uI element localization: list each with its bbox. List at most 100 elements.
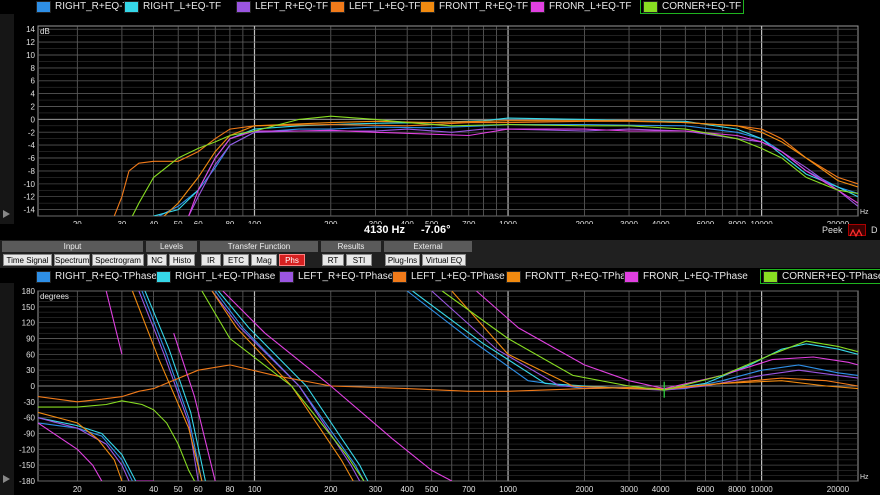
legend-swatch: [506, 270, 521, 283]
legend-swatch: [330, 0, 345, 13]
toolbar-button[interactable]: Virtual EQ: [422, 254, 466, 266]
y-tick-label: -180: [19, 477, 36, 486]
side-strip: [0, 14, 14, 224]
legend-swatch: [392, 270, 407, 283]
toolbar: Input Time Signal Spectrum Spectrogram Level…: [0, 240, 880, 268]
x-axis-label: Hz: [860, 209, 869, 216]
x-tick-label: 100: [248, 485, 262, 494]
x-tick-label: 4000: [652, 485, 670, 494]
legend-label: CORNER+EQ-TPhase: [782, 271, 880, 282]
toolbar-button[interactable]: ETC: [223, 254, 249, 266]
legend-item[interactable]: FRONTT_R+EQ-TF: [420, 0, 528, 13]
x-tick-label: 10000: [750, 485, 773, 494]
y-tick-label: 0: [31, 115, 36, 124]
toolbar-button[interactable]: IR: [201, 254, 221, 266]
y-tick-label: 2: [31, 103, 36, 112]
x-tick-label: 500: [425, 485, 439, 494]
y-tick-label: 10: [26, 51, 35, 60]
legend-item[interactable]: CORNER+EQ-TPhase: [760, 269, 880, 284]
toolbar-button[interactable]: Plug-Ins: [385, 254, 420, 266]
x-tick-label: 20000: [827, 485, 850, 494]
phase-chart[interactable]: 1801501209060300-30-60-90-120-150-180deg…: [0, 283, 880, 495]
legend-label: RIGHT_R+EQ-TF: [55, 1, 135, 12]
legend-item[interactable]: RIGHT_R+EQ-TF: [36, 0, 135, 13]
extra-label: D: [871, 225, 878, 235]
y-tick-label: -60: [23, 414, 35, 423]
legend-item[interactable]: LEFT_R+EQ-TPhase: [279, 270, 393, 283]
y-tick-label: -90: [23, 430, 35, 439]
y-tick-label: -120: [19, 445, 36, 454]
y-tick-label: 90: [26, 335, 35, 344]
peek-label[interactable]: Peek: [822, 225, 843, 235]
legend-label: LEFT_L+EQ-TF: [349, 1, 421, 12]
legend-item[interactable]: RIGHT_L+EQ-TF: [124, 0, 221, 13]
toolbar-button[interactable]: STI: [346, 254, 372, 266]
toolbar-button[interactable]: Histo: [169, 254, 195, 266]
x-tick-label: 60: [194, 485, 203, 494]
magnitude-chart[interactable]: 14121086420-2-4-6-8-10-12-14dB2030405060…: [0, 14, 880, 224]
x-tick-label: 700: [462, 485, 476, 494]
legend-item[interactable]: FRONR_L+EQ-TF: [530, 0, 632, 13]
x-tick-label: 400: [400, 485, 414, 494]
readout-value: -7.06°: [421, 224, 451, 236]
legend-swatch: [236, 0, 251, 13]
legend-label: LEFT_R+EQ-TPhase: [298, 271, 394, 282]
legend-item[interactable]: RIGHT_R+EQ-TPhase: [36, 270, 157, 283]
x-tick-label: 30: [117, 485, 126, 494]
toolbar-group: External Plug-Ins Virtual EQ: [384, 241, 472, 267]
toolbar-button[interactable]: Phs: [279, 254, 305, 266]
x-tick-label: 50: [174, 485, 183, 494]
legend-item[interactable]: LEFT_L+EQ-TPhase: [392, 270, 505, 283]
readout-bar: 4130 Hz -7.06° Peek D: [0, 224, 880, 238]
toolbar-button[interactable]: RT: [322, 254, 344, 266]
x-tick-label: 20: [73, 485, 82, 494]
legend-label: CORNER+EQ-TF: [662, 1, 742, 12]
toolbar-group-title: Results: [321, 241, 381, 252]
toolbar-button[interactable]: NC: [147, 254, 167, 266]
readout-frequency: 4130 Hz: [364, 224, 405, 236]
y-tick-label: -2: [28, 128, 36, 137]
legend-swatch: [530, 0, 545, 13]
x-tick-label: 300: [369, 485, 383, 494]
x-tick-label: 2000: [575, 485, 593, 494]
y-tick-label: 12: [26, 38, 35, 47]
legend-item[interactable]: FRONR_L+EQ-TPhase: [624, 270, 748, 283]
legend-item[interactable]: LEFT_R+EQ-TF: [236, 0, 328, 13]
legend-item[interactable]: LEFT_L+EQ-TF: [330, 0, 420, 13]
y-tick-label: 14: [26, 25, 35, 34]
y-tick-label: 150: [22, 303, 36, 312]
y-tick-label: 4: [31, 90, 36, 99]
toolbar-group: Input Time Signal Spectrum Spectrogram: [2, 241, 144, 267]
legend-label: RIGHT_L+EQ-TF: [143, 1, 222, 12]
y-tick-label: 0: [31, 382, 36, 391]
side-strip: [0, 283, 14, 495]
legend-swatch: [420, 0, 435, 13]
legend-label: FRONR_L+EQ-TF: [549, 1, 632, 12]
toolbar-group-title: Levels: [146, 241, 197, 252]
peek-icon[interactable]: [848, 224, 866, 238]
toolbar-button[interactable]: Spectrum: [54, 254, 90, 266]
legend-item[interactable]: CORNER+EQ-TF: [640, 0, 745, 14]
legend-label: FRONR_L+EQ-TPhase: [643, 271, 748, 282]
plot-area: [37, 25, 859, 217]
y-tick-label: -12: [23, 193, 35, 202]
legend-label: FRONTT_R+EQ-TPhase: [525, 271, 637, 282]
x-tick-label: 6000: [696, 485, 714, 494]
toolbar-group: Results RT STI: [321, 241, 381, 267]
y-axis-label: dB: [40, 27, 50, 36]
y-tick-label: 8: [31, 64, 36, 73]
legend-swatch: [763, 270, 778, 283]
toolbar-button[interactable]: Spectrogram: [92, 254, 144, 266]
x-tick-label: 80: [225, 485, 234, 494]
toolbar-button[interactable]: Mag: [251, 254, 277, 266]
y-tick-label: -8: [28, 167, 36, 176]
legend-item[interactable]: FRONTT_R+EQ-TPhase: [506, 270, 636, 283]
y-tick-label: -6: [28, 154, 36, 163]
toolbar-group-title: Transfer Function: [200, 241, 318, 252]
toolbar-group-title: External: [384, 241, 472, 252]
legend-swatch: [36, 270, 51, 283]
legend-item[interactable]: RIGHT_L+EQ-TPhase: [156, 270, 275, 283]
x-tick-label: 40: [149, 485, 158, 494]
x-tick-label: 3000: [620, 485, 638, 494]
toolbar-button[interactable]: Time Signal: [3, 254, 52, 266]
